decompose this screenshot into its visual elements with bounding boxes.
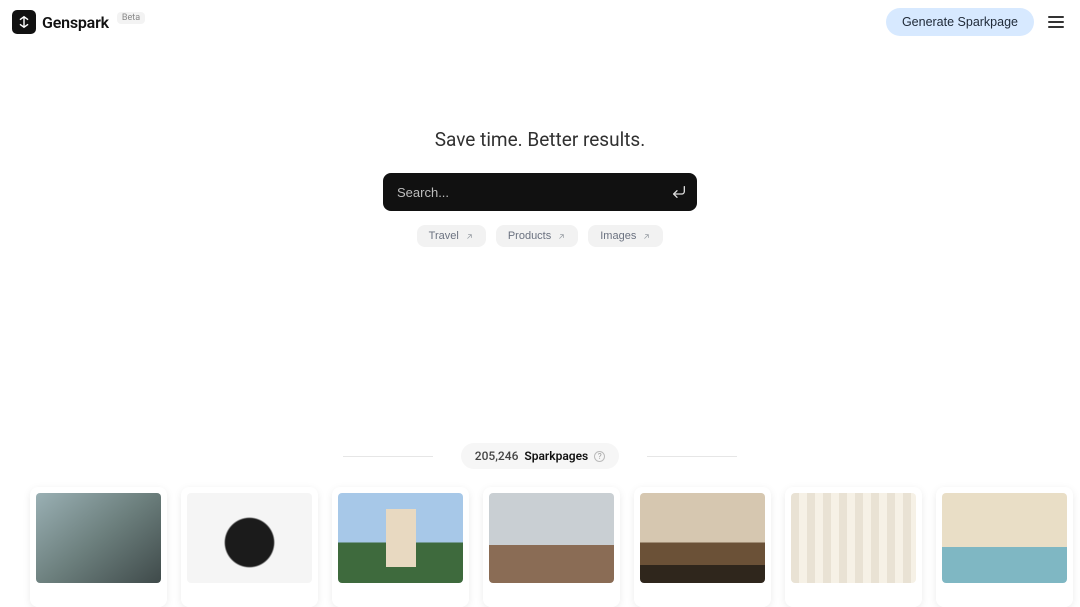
sparkpage-card[interactable] <box>30 487 167 607</box>
beta-badge: Beta <box>117 12 145 24</box>
counter-label: Sparkpages <box>524 449 588 463</box>
sparkpage-card[interactable] <box>634 487 771 607</box>
chip-label: Travel <box>429 230 459 242</box>
tagline: Save time. Better results. <box>435 128 645 151</box>
brand-area[interactable]: Genspark Beta <box>12 10 145 34</box>
card-thumbnail <box>187 493 312 583</box>
chip-images[interactable]: Images <box>588 225 663 247</box>
arrow-up-right-icon <box>642 232 651 241</box>
search-input[interactable] <box>397 185 671 200</box>
sparkpage-card[interactable] <box>332 487 469 607</box>
chip-label: Images <box>600 230 636 242</box>
search-bar[interactable] <box>383 173 697 211</box>
sparkpages-counter: 205,246 Sparkpages ? <box>461 443 619 469</box>
sparkpage-card[interactable] <box>483 487 620 607</box>
chip-label: Products <box>508 230 551 242</box>
sparkpage-card[interactable] <box>181 487 318 607</box>
card-thumbnail <box>338 493 463 583</box>
chip-products[interactable]: Products <box>496 225 578 247</box>
sparkpage-card[interactable] <box>936 487 1073 607</box>
enter-icon[interactable] <box>671 184 687 200</box>
card-thumbnail <box>791 493 916 583</box>
generate-sparkpage-button[interactable]: Generate Sparkpage <box>886 8 1034 36</box>
counter-number: 205,246 <box>475 449 519 463</box>
logo-icon <box>12 10 36 34</box>
brand-name: Genspark <box>42 13 109 32</box>
arrow-up-right-icon <box>465 232 474 241</box>
card-thumbnail <box>640 493 765 583</box>
card-thumbnail <box>489 493 614 583</box>
card-thumbnail <box>942 493 1067 583</box>
info-icon[interactable]: ? <box>594 451 605 462</box>
card-thumbnail <box>36 493 161 583</box>
arrow-up-right-icon <box>557 232 566 241</box>
divider <box>343 456 433 457</box>
chip-travel[interactable]: Travel <box>417 225 486 247</box>
sparkpage-card[interactable] <box>785 487 922 607</box>
sparkpage-cards <box>0 469 1080 607</box>
menu-icon[interactable] <box>1044 12 1068 32</box>
divider <box>647 456 737 457</box>
